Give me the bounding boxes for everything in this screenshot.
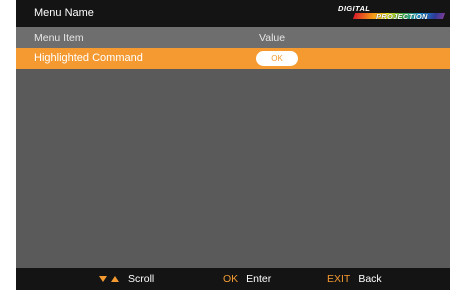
menu-title: Menu Name [34,7,94,19]
logo-word-digital: DIGITAL [338,4,371,13]
digital-projection-logo: DIGITAL PROJECTION [336,4,448,24]
menu-row-highlighted-command[interactable]: Highlighted Command OK [16,48,450,69]
column-header-menu-item: Menu Item [34,32,84,44]
enter-hint-label: Enter [246,273,272,285]
back-hint: EXIT Back [327,273,382,286]
footer-key-hints: Scroll OK Enter EXIT Back [16,268,450,290]
logo-word-projection: PROJECTION [376,12,428,21]
ok-value-button[interactable]: OK [256,51,298,66]
menu-row-label: Highlighted Command [34,52,143,64]
ok-key-label: OK [223,273,239,285]
scroll-hint-label: Scroll [128,273,155,285]
enter-hint: OK Enter [223,273,271,286]
column-header-value: Value [259,32,286,44]
arrow-up-icon [111,276,119,283]
column-header-row: Menu Item Value [16,27,450,48]
exit-key-label: EXIT [327,273,351,285]
title-bar: Menu Name DIGITAL PROJECTION [16,0,450,27]
scroll-hint: Scroll [99,273,154,286]
arrow-down-icon [99,276,107,283]
osd-menu-window: Menu Name DIGITAL PROJECTION Menu Item V… [16,0,450,290]
back-hint-label: Back [358,273,382,285]
